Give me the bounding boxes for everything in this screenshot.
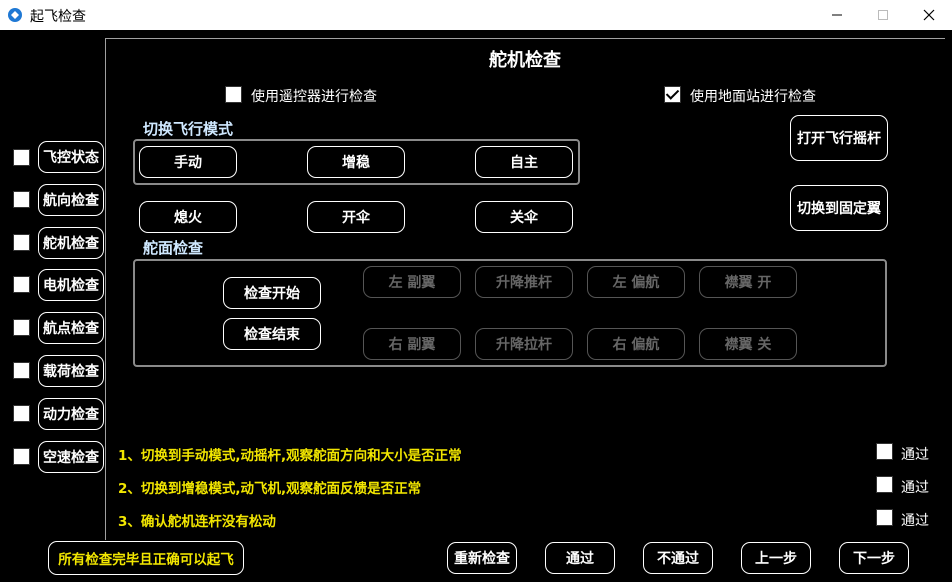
check-start-button[interactable]: 检查开始 — [223, 277, 321, 309]
final-note: 所有检查完毕且正确可以起飞 — [48, 541, 244, 575]
use-ground-label: 使用地面站进行检查 — [690, 89, 816, 105]
mode-stabilize-button[interactable]: 增稳 — [307, 146, 405, 178]
maximize-icon — [878, 10, 888, 20]
note-3-pass-checkbox[interactable] — [876, 509, 893, 526]
flight-mode-section-label: 切换飞行模式 — [143, 120, 234, 138]
parachute-open-button[interactable]: 开伞 — [307, 201, 405, 233]
recheck-button[interactable]: 重新检查 — [447, 542, 517, 574]
use-ground-checkbox[interactable] — [664, 86, 681, 103]
note-2: 2、切换到增稳模式,动飞机,观察舵面反馈是否正常 — [118, 481, 422, 497]
maximize-button[interactable] — [860, 0, 906, 30]
sidebar-checkbox-servo[interactable] — [13, 234, 30, 251]
sidebar-item-flight-status[interactable]: 飞控状态 — [38, 141, 104, 173]
sidebar-checkbox-motor[interactable] — [13, 276, 30, 293]
left-aileron-button[interactable]: 左 副翼 — [363, 266, 461, 298]
next-step-button[interactable]: 下一步 — [839, 542, 909, 574]
note-3: 3、确认舵机连杆没有松动 — [118, 514, 276, 530]
sidebar-item-heading[interactable]: 航向检查 — [38, 184, 104, 216]
elevator-pull-button[interactable]: 升降拉杆 — [475, 328, 573, 360]
sidebar-checkbox-waypoint[interactable] — [13, 319, 30, 336]
fail-button[interactable]: 不通过 — [643, 542, 713, 574]
minimize-button[interactable] — [814, 0, 860, 30]
note-1-pass-label: 通过 — [901, 447, 929, 463]
sidebar-item-motor[interactable]: 电机检查 — [38, 269, 104, 301]
sidebar-checkbox-airspeed[interactable] — [13, 448, 30, 465]
prev-step-button[interactable]: 上一步 — [741, 542, 811, 574]
sidebar-checkbox-payload[interactable] — [13, 362, 30, 379]
sidebar-item-power[interactable]: 动力检查 — [38, 398, 104, 430]
app-icon — [8, 8, 22, 22]
sidebar-checkbox-heading[interactable] — [13, 191, 30, 208]
window-title: 起飞检查 — [30, 9, 86, 25]
sidebar-checkbox-flight-status[interactable] — [13, 149, 30, 166]
flap-close-button[interactable]: 襟翼 关 — [699, 328, 797, 360]
sidebar-item-airspeed[interactable]: 空速检查 — [38, 441, 104, 473]
title-bar: 起飞检查 — [0, 0, 952, 30]
sidebar-checkbox-power[interactable] — [13, 405, 30, 422]
right-aileron-button[interactable]: 右 副翼 — [363, 328, 461, 360]
open-stick-button[interactable]: 打开飞行摇杆 — [790, 115, 888, 161]
note-3-pass-label: 通过 — [901, 513, 929, 529]
mode-auto-button[interactable]: 自主 — [475, 146, 573, 178]
note-1: 1、切换到手动模式,动摇杆,观察舵面方向和大小是否正常 — [118, 448, 462, 464]
flap-open-button[interactable]: 襟翼 开 — [699, 266, 797, 298]
minimize-icon — [832, 14, 842, 16]
close-icon — [923, 9, 935, 21]
rudder-section-label: 舵面检查 — [143, 239, 204, 257]
switch-fixed-wing-button[interactable]: 切换到固定翼 — [790, 185, 888, 231]
right-yaw-button[interactable]: 右 偏航 — [587, 328, 685, 360]
engine-kill-button[interactable]: 熄火 — [139, 201, 237, 233]
sidebar-item-waypoint[interactable]: 航点检查 — [38, 312, 104, 344]
left-yaw-button[interactable]: 左 偏航 — [587, 266, 685, 298]
pass-button[interactable]: 通过 — [545, 542, 615, 574]
check-end-button[interactable]: 检查结束 — [223, 318, 321, 350]
use-remote-label: 使用遥控器进行检查 — [251, 89, 377, 105]
note-1-pass-checkbox[interactable] — [876, 443, 893, 460]
note-2-pass-checkbox[interactable] — [876, 476, 893, 493]
close-button[interactable] — [906, 0, 952, 30]
mode-manual-button[interactable]: 手动 — [139, 146, 237, 178]
parachute-close-button[interactable]: 关伞 — [475, 201, 573, 233]
note-2-pass-label: 通过 — [901, 480, 929, 496]
panel-title: 舵机检查 — [489, 50, 561, 71]
elevator-push-button[interactable]: 升降推杆 — [475, 266, 573, 298]
sidebar-item-payload[interactable]: 载荷检查 — [38, 355, 104, 387]
use-remote-checkbox[interactable] — [225, 86, 242, 103]
sidebar-item-servo[interactable]: 舵机检查 — [38, 227, 104, 259]
